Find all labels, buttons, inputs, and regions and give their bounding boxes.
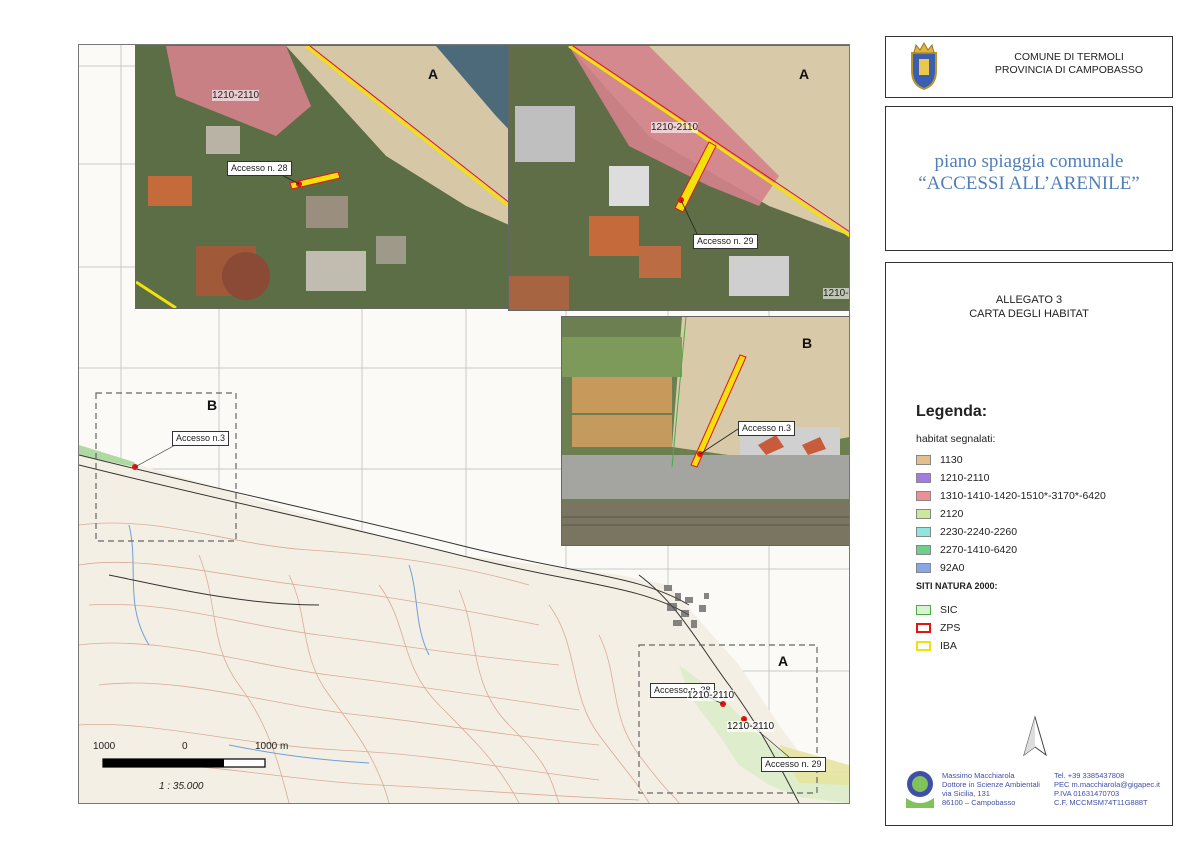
legend-label: 2270-1410-6420 [940,544,1018,556]
inset-b-accesso: Accesso n.3 [738,421,796,436]
legend-label: 2120 [940,508,964,520]
map-habitat-label-1: 1210-2110 [687,690,735,701]
title-box: piano spiaggia comunale “ACCESSI ALL’ARE… [885,106,1173,251]
author-credits: Massimo Macchiarola Dottore in Scienze A… [942,771,1040,807]
area-a-letter: A [778,653,789,669]
inset-b-letter: B [802,335,813,351]
legend-swatch [916,527,931,537]
legend-title: Legenda: [916,403,988,420]
legend-item: 2230-2240-2260 [916,525,1017,539]
author-role: Dottore in Scienze Ambientali [942,780,1040,789]
author-tel: Tel. +39 3385437808 [1054,771,1125,780]
legend-label: 92A0 [940,562,965,574]
legend-label: 1310-1410-1420-1510*-3170*-6420 [940,490,1106,502]
north-arrow-icon [1023,715,1047,757]
legend-item: 1210-2110 [916,471,989,485]
plan-title-line2: “ACCESSI ALL’ARENILE” [918,173,1140,194]
header-box: COMUNE DI TERMOLI PROVINCIA DI CAMPOBASS… [885,36,1173,98]
coat-of-arms-icon [911,41,937,91]
comune-name: COMUNE DI TERMOLI [1014,51,1124,63]
author-cf: C.F. MCCMSM74T11G888T [1054,798,1148,807]
author-name: Massimo Macchiarola [942,771,1015,780]
legend-swatch [916,623,931,633]
allegato-title: CARTA DEGLI HABITAT [969,308,1089,320]
legend-label: ZPS [940,622,961,634]
inset-a1-habitat: 1210-2110 [212,90,260,101]
legend-box: ALLEGATO 3 CARTA DEGLI HABITAT Legenda: … [885,262,1173,826]
inset-a2-habitat-edge: 1210- [823,288,849,299]
inset-photo-accesso-29[interactable]: A Accesso n. 29 1210-2110 1210- [508,45,849,311]
legend-item: ZPS [916,621,960,635]
legend-item: SIC [916,603,958,617]
legend-swatch [916,563,931,573]
legend-swatch [916,473,931,483]
legend-item: 2270-1410-6420 [916,543,1017,557]
main-map[interactable]: B A Accesso n.3 Accesso n. 28 Accesso n.… [78,44,850,804]
author-pec: PEC m.macchiarola@gigapec.it [1054,780,1160,789]
inset-a2-accesso: Accesso n. 29 [693,234,758,249]
legend-swatch [916,455,931,465]
legend-item: 1310-1410-1420-1510*-3170*-6420 [916,489,1106,503]
legend-item: 1130 [916,453,963,467]
legend-item: IBA [916,639,957,653]
legend-subtitle: habitat segnalati: [916,433,996,445]
legend-swatch [916,545,931,555]
natura-title: SITI NATURA 2000: [916,581,998,591]
author-logo-icon [906,771,934,808]
inset-a1-accesso: Accesso n. 28 [227,161,292,176]
legend-item: 2120 [916,507,963,521]
legend-label: 1130 [940,454,963,466]
label-accesso-29: Accesso n. 29 [761,757,826,772]
legend-label: SIC [940,604,958,616]
author-address: via Sicilia, 131 [942,789,990,798]
label-accesso-3: Accesso n.3 [172,431,230,446]
scale-ratio: 1 : 35.000 [159,781,204,792]
inset-photo-accesso-3[interactable]: B Accesso n.3 [561,316,849,546]
scale-mid: 0 [182,741,188,752]
legend-label: IBA [940,640,957,652]
legend-label: 2230-2240-2260 [940,526,1018,538]
legend-swatch [916,641,931,651]
provincia-name: PROVINCIA DI CAMPOBASSO [994,64,1144,76]
allegato-number: ALLEGATO 3 [995,294,1063,306]
map-habitat-label-2: 1210-2110 [727,721,775,732]
legend-swatch [916,605,931,615]
legend-label: 1210-2110 [940,472,990,484]
author-city: 86100 – Campobasso [942,798,1016,807]
inset-a2-habitat: 1210-2110 [651,122,699,133]
scale-right: 1000 m [255,741,289,752]
area-b-letter: B [207,397,218,413]
scale-left: 1000 [93,741,116,752]
author-contacts: Tel. +39 3385437808 PEC m.macchiarola@gi… [1054,771,1160,807]
inset-photo-accesso-28[interactable]: A Accesso n. 28 1210-2110 [135,45,535,309]
legend-item: 92A0 [916,561,965,575]
author-piva: P.IVA 01631470703 [1054,789,1120,798]
legend-swatch [916,491,931,501]
legend-swatch [916,509,931,519]
plan-title-line1: piano spiaggia comunale [934,151,1124,172]
inset-a2-letter: A [799,66,810,82]
inset-a1-letter: A [428,66,439,82]
